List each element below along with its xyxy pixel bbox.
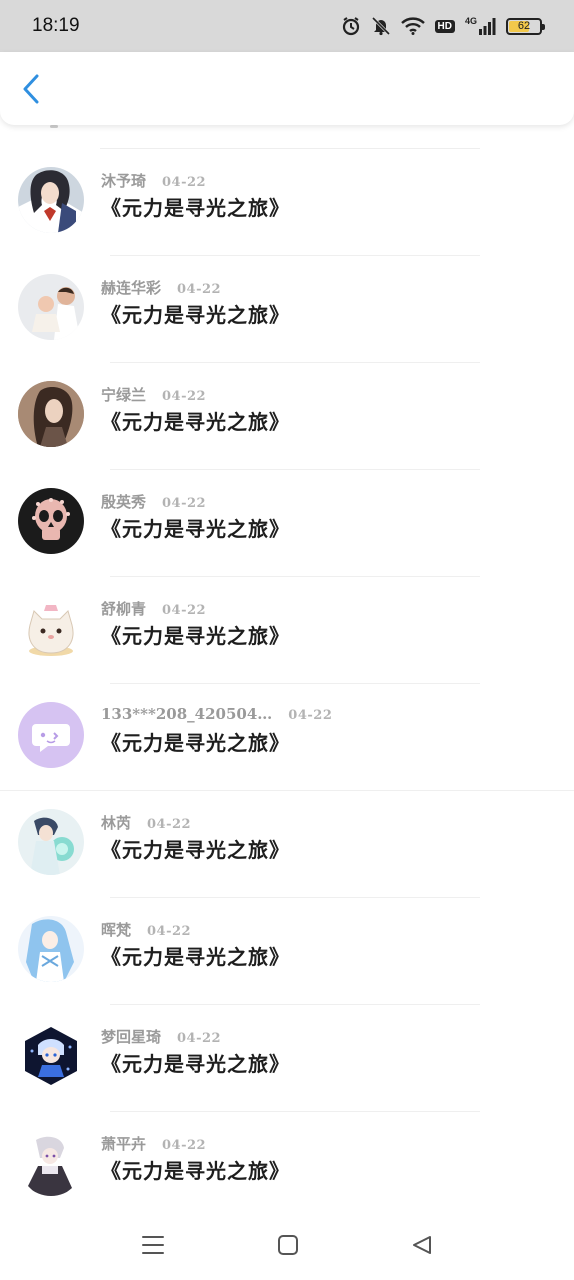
post-date: 04-22 (288, 708, 333, 723)
back-button[interactable] (14, 72, 48, 106)
user-name[interactable]: 沐予琦 (101, 170, 146, 191)
post-title[interactable]: 《元力是寻光之旅》 (101, 192, 290, 221)
status-time: 18:19 (32, 15, 80, 36)
post-title[interactable]: 《元力是寻光之旅》 (101, 941, 290, 970)
post-title[interactable]: 《元力是寻光之旅》 (101, 406, 290, 435)
post-title[interactable]: 《元力是寻光之旅》 (101, 1048, 290, 1077)
avatar[interactable] (18, 1023, 84, 1089)
list-item[interactable]: 舒柳青 04-22 《元力是寻光之旅》 (0, 577, 574, 684)
battery-tip (542, 23, 545, 30)
post-title[interactable]: 《元力是寻光之旅》 (101, 834, 290, 863)
list-item[interactable]: 梦回星琦 04-22 《元力是寻光之旅》 (0, 1005, 574, 1112)
post-date: 04-22 (177, 282, 222, 297)
avatar[interactable] (18, 381, 84, 447)
avatar[interactable] (18, 274, 84, 340)
avatar[interactable] (18, 1130, 84, 1196)
home-icon[interactable] (277, 1234, 299, 1256)
status-icons: HD 4G 62 (341, 16, 545, 36)
post-date: 04-22 (162, 1138, 207, 1153)
mute-bell-icon (371, 16, 391, 36)
list-item[interactable]: 晖梵 04-22 《元力是寻光之旅》 (0, 898, 574, 1005)
avatar[interactable] (18, 595, 84, 661)
user-name[interactable]: 梦回星琦 (101, 1026, 161, 1047)
signal-icon: 4G (465, 17, 496, 35)
chevron-left-icon (23, 74, 39, 104)
post-title[interactable]: 《元力是寻光之旅》 (101, 620, 290, 649)
avatar[interactable] (18, 702, 84, 768)
comment-list[interactable]: 沐予琦 04-22 《元力是寻光之旅》 赫连华彩 04-22 《元力是寻光之旅》… (0, 125, 574, 1210)
post-date: 04-22 (147, 817, 192, 832)
battery-level: 62 (517, 19, 531, 32)
post-title[interactable]: 《元力是寻光之旅》 (101, 727, 290, 756)
avatar[interactable] (18, 809, 84, 875)
user-name[interactable]: 舒柳青 (101, 598, 146, 619)
user-name[interactable]: 萧平卉 (101, 1133, 146, 1154)
hd-badge: HD (434, 19, 455, 33)
status-bar: 18:19 HD 4G 62 (0, 0, 574, 52)
top-app-bar (0, 52, 574, 125)
post-date: 04-22 (162, 175, 207, 190)
list-item[interactable]: 殷英秀 04-22 《元力是寻光之旅》 (0, 470, 574, 577)
post-date: 04-22 (162, 496, 207, 511)
post-title[interactable]: 《元力是寻光之旅》 (101, 1155, 290, 1184)
back-triangle-icon[interactable] (411, 1234, 433, 1256)
list-item[interactable]: 萧平卉 04-22 《元力是寻光之旅》 (0, 1112, 574, 1210)
user-name[interactable]: 林芮 (101, 812, 131, 833)
scroll-remnant (50, 125, 58, 128)
user-name[interactable]: 133***208_420504… (101, 705, 272, 723)
post-title[interactable]: 《元力是寻光之旅》 (101, 513, 290, 542)
list-item[interactable]: 沐予琦 04-22 《元力是寻光之旅》 (0, 149, 574, 256)
avatar[interactable] (18, 916, 84, 982)
wifi-icon (400, 17, 425, 35)
avatar[interactable] (18, 167, 84, 233)
battery-icon: 62 (506, 17, 545, 35)
post-title[interactable]: 《元力是寻光之旅》 (101, 299, 290, 328)
list-item[interactable]: 133***208_420504… 04-22 《元力是寻光之旅》 (0, 684, 574, 791)
system-nav-bar (0, 1210, 574, 1280)
user-name[interactable]: 赫连华彩 (101, 277, 161, 298)
post-date: 04-22 (177, 1031, 222, 1046)
avatar[interactable] (18, 488, 84, 554)
menu-icon[interactable] (141, 1234, 165, 1256)
post-date: 04-22 (162, 603, 207, 618)
user-name[interactable]: 宁绿兰 (101, 384, 146, 405)
list-item[interactable]: 赫连华彩 04-22 《元力是寻光之旅》 (0, 256, 574, 363)
user-name[interactable]: 晖梵 (101, 919, 131, 940)
alarm-icon (341, 16, 361, 36)
list-item[interactable]: 林芮 04-22 《元力是寻光之旅》 (0, 791, 574, 898)
user-name[interactable]: 殷英秀 (101, 491, 146, 512)
post-date: 04-22 (147, 924, 192, 939)
post-date: 04-22 (162, 389, 207, 404)
network-label: 4G (464, 16, 477, 26)
list-item[interactable]: 宁绿兰 04-22 《元力是寻光之旅》 (0, 363, 574, 470)
